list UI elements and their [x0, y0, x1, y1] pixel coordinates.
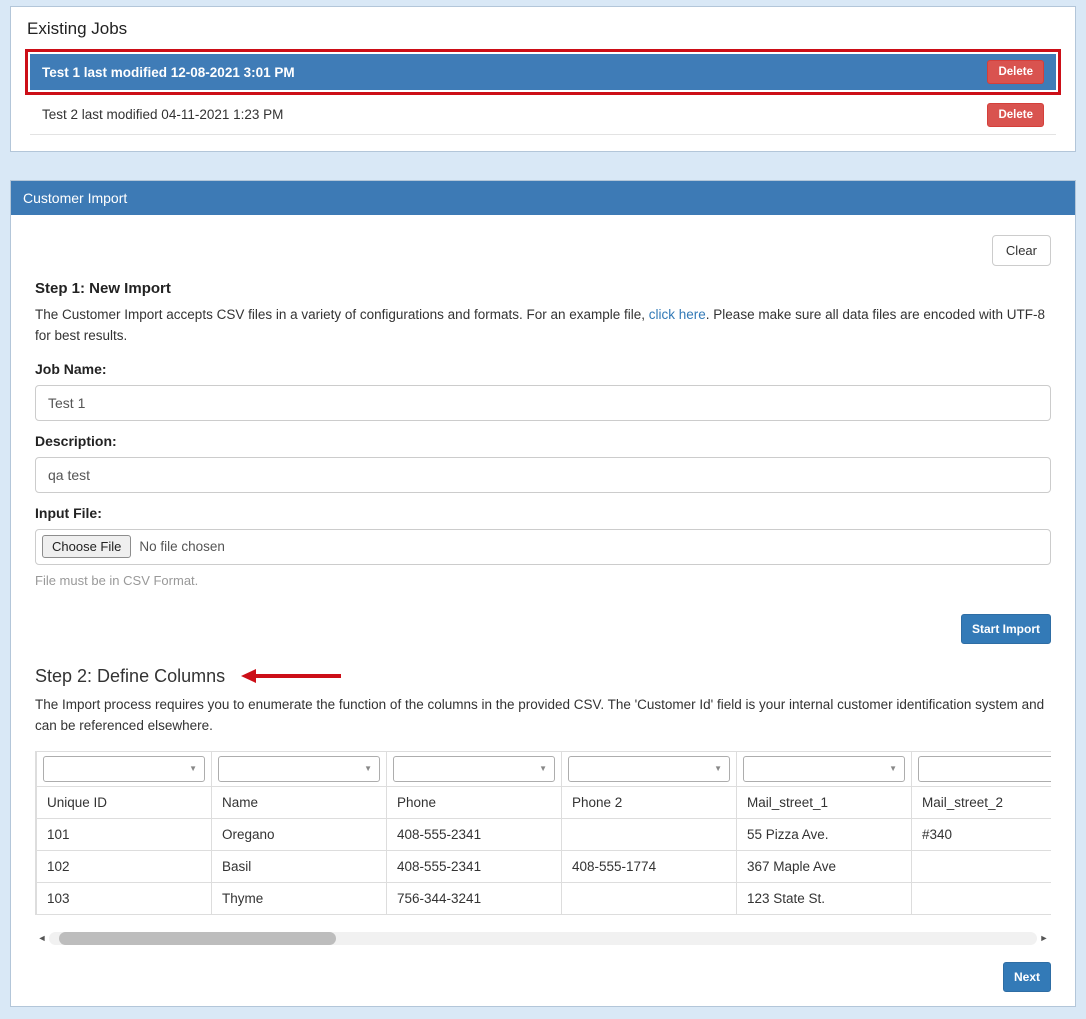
annotation-arrow-head — [241, 669, 256, 683]
chevron-down-icon: ▼ — [714, 764, 722, 773]
step1-title: Step 1: New Import — [35, 280, 1051, 297]
existing-jobs-title: Existing Jobs — [11, 15, 1075, 49]
delete-button[interactable]: Delete — [987, 60, 1044, 84]
column-header: Phone 2 — [562, 786, 737, 818]
column-header: Unique ID — [37, 786, 212, 818]
table-cell: Oregano — [212, 818, 387, 850]
column-select[interactable]: ▼ — [918, 756, 1051, 782]
customer-import-header: Customer Import — [11, 181, 1075, 215]
table-row: 103 Thyme 756-344-3241 123 State St. — [37, 882, 1052, 914]
description-label: Description: — [35, 433, 1051, 449]
start-import-row: Start Import — [35, 614, 1051, 644]
clear-button[interactable]: Clear — [992, 235, 1051, 266]
step2-head-row: Step 2: Define Columns — [35, 666, 1051, 687]
table-cell — [912, 882, 1052, 914]
column-select-cell: ▼ — [562, 751, 737, 786]
table-cell: 123 State St. — [737, 882, 912, 914]
column-table-container: ▼ ▼ ▼ ▼ ▼ ▼ Unique ID Name Phone Phone 2… — [35, 751, 1051, 915]
next-row: Next — [35, 962, 1051, 992]
column-select-cell: ▼ — [387, 751, 562, 786]
column-header: Phone — [387, 786, 562, 818]
column-header: Mail_street_2 — [912, 786, 1052, 818]
job-row-test1[interactable]: Test 1 last modified 12-08-2021 3:01 PM … — [30, 54, 1056, 90]
table-cell: 103 — [37, 882, 212, 914]
column-select[interactable]: ▼ — [568, 756, 730, 782]
description-input[interactable] — [35, 457, 1051, 493]
scrollbar-thumb[interactable] — [59, 932, 336, 945]
table-row: 102 Basil 408-555-2341 408-555-1774 367 … — [37, 850, 1052, 882]
table-cell — [562, 818, 737, 850]
table-cell: 367 Maple Ave — [737, 850, 912, 882]
start-import-button[interactable]: Start Import — [961, 614, 1051, 644]
chevron-down-icon: ▼ — [539, 764, 547, 773]
table-cell: 101 — [37, 818, 212, 850]
table-cell: 408-555-2341 — [387, 850, 562, 882]
table-cell — [562, 882, 737, 914]
column-select-cell: ▼ — [37, 751, 212, 786]
column-select-cell: ▼ — [737, 751, 912, 786]
scroll-right-arrow-icon[interactable]: ► — [1037, 933, 1051, 943]
table-header-row: Unique ID Name Phone Phone 2 Mail_street… — [37, 786, 1052, 818]
column-select[interactable]: ▼ — [218, 756, 380, 782]
step2-description: The Import process requires you to enume… — [35, 695, 1051, 737]
table-cell: #340 — [912, 818, 1052, 850]
table-row: 101 Oregano 408-555-2341 55 Pizza Ave. #… — [37, 818, 1052, 850]
table-cell: Basil — [212, 850, 387, 882]
jobs-list: Test 1 last modified 12-08-2021 3:01 PM … — [11, 49, 1075, 135]
annotation-highlight-box: Test 1 last modified 12-08-2021 3:01 PM … — [25, 49, 1061, 95]
existing-jobs-panel: Existing Jobs Test 1 last modified 12-08… — [10, 6, 1076, 152]
choose-file-button[interactable]: Choose File — [42, 535, 131, 558]
customer-import-body: Clear Step 1: New Import The Customer Im… — [11, 215, 1075, 1006]
table-cell: 408-555-2341 — [387, 818, 562, 850]
input-file-label: Input File: — [35, 505, 1051, 521]
annotation-arrow — [241, 669, 341, 683]
table-cell: 756-344-3241 — [387, 882, 562, 914]
table-cell: 408-555-1774 — [562, 850, 737, 882]
scrollbar-track[interactable] — [49, 932, 1037, 945]
annotation-arrow-line — [256, 674, 341, 678]
input-file-field[interactable]: Choose File No file chosen — [35, 529, 1051, 565]
table-cell — [912, 850, 1052, 882]
column-select-cell: ▼ — [912, 751, 1052, 786]
column-header: Name — [212, 786, 387, 818]
job-name-input[interactable] — [35, 385, 1051, 421]
job-label: Test 1 last modified 12-08-2021 3:01 PM — [42, 65, 295, 80]
column-select[interactable]: ▼ — [43, 756, 205, 782]
job-name-label: Job Name: — [35, 361, 1051, 377]
column-select[interactable]: ▼ — [743, 756, 905, 782]
column-select-row: ▼ ▼ ▼ ▼ ▼ ▼ — [37, 751, 1052, 786]
no-file-chosen-text: No file chosen — [139, 539, 225, 554]
chevron-down-icon: ▼ — [189, 764, 197, 773]
clear-row: Clear — [35, 235, 1051, 266]
column-header: Mail_street_1 — [737, 786, 912, 818]
chevron-down-icon: ▼ — [364, 764, 372, 773]
column-table: ▼ ▼ ▼ ▼ ▼ ▼ Unique ID Name Phone Phone 2… — [36, 751, 1051, 915]
click-here-link[interactable]: click here — [649, 307, 706, 322]
table-cell: Thyme — [212, 882, 387, 914]
customer-import-panel: Customer Import Clear Step 1: New Import… — [10, 180, 1076, 1007]
scroll-left-arrow-icon[interactable]: ◄ — [35, 933, 49, 943]
chevron-down-icon: ▼ — [889, 764, 897, 773]
step1-description: The Customer Import accepts CSV files in… — [35, 305, 1051, 347]
job-row-test2[interactable]: Test 2 last modified 04-11-2021 1:23 PM … — [30, 95, 1056, 135]
step2-title: Step 2: Define Columns — [35, 666, 225, 687]
file-format-hint: File must be in CSV Format. — [35, 573, 1051, 588]
delete-button[interactable]: Delete — [987, 103, 1044, 127]
page: Existing Jobs Test 1 last modified 12-08… — [0, 0, 1086, 1019]
column-select-cell: ▼ — [212, 751, 387, 786]
horizontal-scrollbar[interactable]: ◄ ► — [35, 931, 1051, 946]
table-cell: 102 — [37, 850, 212, 882]
next-button[interactable]: Next — [1003, 962, 1051, 992]
column-select[interactable]: ▼ — [393, 756, 555, 782]
step1-description-text: The Customer Import accepts CSV files in… — [35, 307, 649, 322]
table-cell: 55 Pizza Ave. — [737, 818, 912, 850]
job-label: Test 2 last modified 04-11-2021 1:23 PM — [42, 107, 283, 122]
